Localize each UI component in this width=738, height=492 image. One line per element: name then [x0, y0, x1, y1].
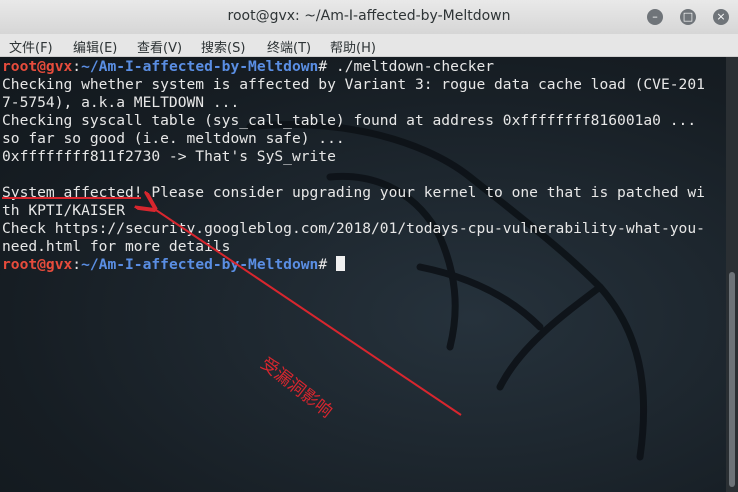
- scrollbar[interactable]: [726, 57, 738, 492]
- annotation-arrow: [0, 57, 462, 416]
- maximize-button[interactable]: □: [680, 9, 696, 25]
- menu-edit[interactable]: 编辑(E): [73, 37, 117, 56]
- title-bar: root@gvx: ~/Am-I-affected-by-Meltdown – …: [0, 0, 738, 35]
- terminal-area[interactable]: root@gvx:~/Am-I-affected-by-Meltdown# ./…: [0, 57, 726, 492]
- window-title: root@gvx: ~/Am-I-affected-by-Meltdown: [227, 8, 511, 24]
- menu-bar: 文件(F) 编辑(E) 查看(V) 搜索(S) 终端(T) 帮助(H): [0, 34, 738, 57]
- terminal-window: root@gvx: ~/Am-I-affected-by-Meltdown – …: [0, 0, 738, 492]
- menu-terminal[interactable]: 终端(T): [267, 37, 311, 56]
- scrollbar-thumb[interactable]: [729, 272, 735, 487]
- menu-file[interactable]: 文件(F): [9, 37, 53, 56]
- close-button[interactable]: ×: [713, 9, 729, 25]
- menu-help[interactable]: 帮助(H): [330, 37, 376, 56]
- menu-search[interactable]: 搜索(S): [201, 37, 245, 56]
- minimize-button[interactable]: –: [647, 9, 663, 25]
- menu-view[interactable]: 查看(V): [137, 37, 182, 56]
